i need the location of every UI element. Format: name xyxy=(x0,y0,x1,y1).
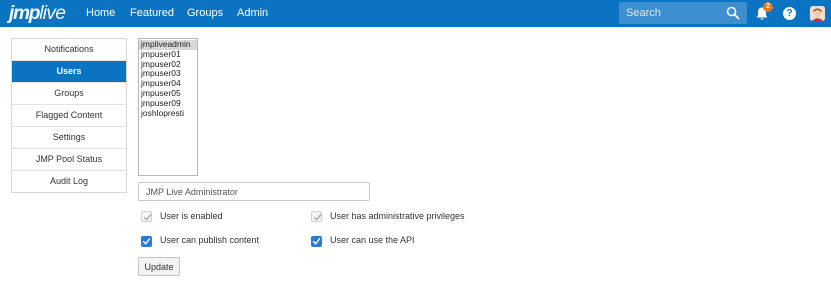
search-input[interactable] xyxy=(619,2,719,24)
notification-count-badge: 2 xyxy=(763,2,773,12)
search-box[interactable] xyxy=(619,2,747,24)
help-icon[interactable]: ? xyxy=(783,7,796,20)
sidebar-item-notifications[interactable]: Notifications xyxy=(12,39,126,61)
nav-admin-link[interactable]: Admin xyxy=(237,0,268,27)
nav-groups-link[interactable]: Groups xyxy=(187,0,223,27)
user-enabled-label: User is enabled xyxy=(160,211,223,221)
checkmark-icon xyxy=(312,238,321,245)
sidebar-item-users[interactable]: Users xyxy=(12,61,126,83)
publish-content-label: User can publish content xyxy=(160,235,260,245)
admin-sidebar: Notifications Users Groups Flagged Conte… xyxy=(11,38,127,193)
nav-featured-link[interactable]: Featured xyxy=(130,0,174,27)
admin-privileges-label: User has administrative privileges xyxy=(330,211,465,221)
sidebar-item-settings[interactable]: Settings xyxy=(12,127,126,149)
user-list-box[interactable]: jmpliveadmin jmpuser01 jmpuser02 jmpuser… xyxy=(138,38,198,176)
nav-home-link[interactable]: Home xyxy=(86,0,115,27)
jmplive-logo[interactable]: jmp live xyxy=(9,2,66,26)
user-enabled-checkbox[interactable] xyxy=(141,211,152,222)
sidebar-item-audit-log[interactable]: Audit Log xyxy=(12,171,126,192)
sidebar-item-groups[interactable]: Groups xyxy=(12,83,126,105)
top-nav-bar: jmplive Home Featured Groups Admin 2 ? xyxy=(0,0,831,27)
user-list-item[interactable]: joshlopresti xyxy=(139,108,197,119)
user-avatar-icon xyxy=(810,6,825,21)
use-api-checkbox[interactable] xyxy=(311,236,322,247)
publish-content-checkbox[interactable] xyxy=(141,236,152,247)
avatar[interactable] xyxy=(810,6,825,21)
logo-jmp-text: jmp xyxy=(9,3,40,24)
logo-live-text: live xyxy=(39,3,66,24)
sidebar-item-jmp-pool-status[interactable]: JMP Pool Status xyxy=(12,149,126,171)
checkmark-icon xyxy=(143,214,152,221)
full-name-field[interactable] xyxy=(138,182,370,201)
checkmark-icon xyxy=(142,238,151,245)
sidebar-item-flagged-content[interactable]: Flagged Content xyxy=(12,105,126,127)
use-api-label: User can use the API xyxy=(330,235,415,245)
search-icon[interactable] xyxy=(726,6,740,20)
checkmark-icon xyxy=(313,214,322,221)
update-button[interactable]: Update xyxy=(138,257,180,276)
admin-privileges-checkbox[interactable] xyxy=(311,211,322,222)
